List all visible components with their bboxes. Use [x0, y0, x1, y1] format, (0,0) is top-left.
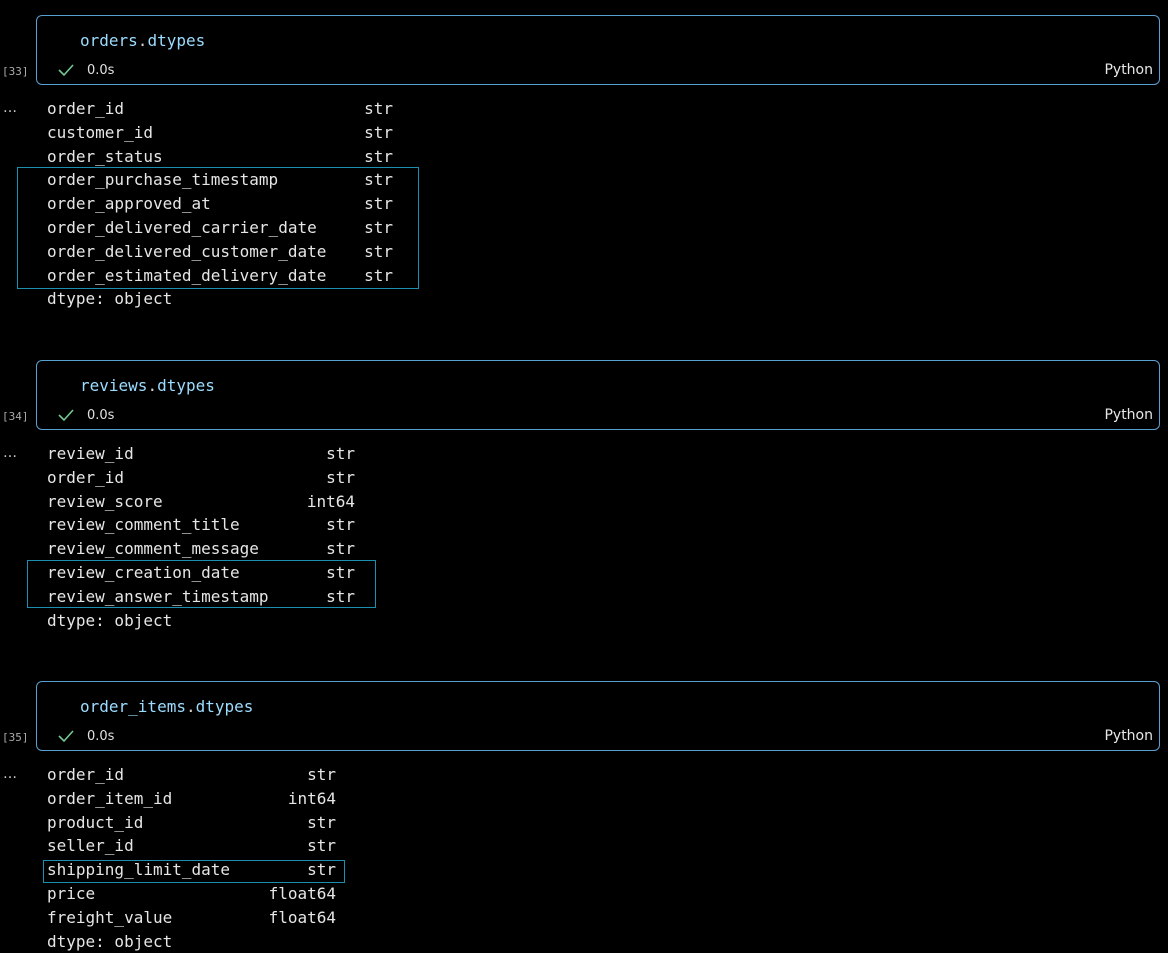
dtype-row: review_comment_message str — [47, 537, 355, 561]
dtype-row: order_estimated_delivery_date str — [47, 264, 393, 288]
dtype-row: order_id str — [47, 763, 336, 787]
column-dtype: int64 — [306, 491, 355, 511]
column-dtype: float64 — [268, 907, 336, 927]
column-dtype: str — [364, 265, 393, 285]
code-line[interactable]: order_items.dtypes — [80, 696, 253, 718]
code-attribute: dtypes — [157, 376, 215, 395]
column-dtype: str — [326, 467, 355, 487]
code-dot: . — [147, 376, 158, 395]
column-dtype: str — [326, 444, 355, 463]
dtype-row: product_id str — [47, 811, 336, 835]
dtype-row: order_id str — [47, 466, 355, 490]
column-dtype: str — [307, 765, 336, 784]
cell-output: order_id str order_item_id int64 product_id s… — [47, 763, 336, 953]
dtype-row: order_item_id int64 — [47, 787, 336, 811]
more-icon[interactable]: … — [3, 766, 17, 782]
column-dtype: str — [364, 146, 393, 166]
dtype-footer: dtype: object — [47, 931, 173, 951]
execution-count: [34] — [2, 410, 29, 423]
column-dtype: str — [307, 812, 336, 832]
code-attribute: dtypes — [147, 31, 206, 50]
column-dtype: str — [326, 586, 355, 606]
column-dtype: str — [326, 539, 355, 559]
column-dtype: str — [364, 99, 393, 118]
language-selector[interactable]: Python — [1104, 407, 1153, 423]
code-line[interactable]: orders.dtypes — [80, 30, 205, 52]
dtype-row: customer_id str — [47, 121, 393, 145]
cell-output: order_id str customer_id str order_status str… — [47, 97, 393, 311]
dtype-row: order_delivered_carrier_date str — [47, 216, 393, 240]
cell-output: review_id str order_id str review_score int64… — [47, 442, 355, 632]
dtype-row: order_status str — [47, 145, 393, 169]
code-cell-input[interactable]: order_items.dtypes 0.0s Python — [36, 681, 1160, 751]
code-variable: orders — [80, 31, 138, 50]
column-dtype: str — [307, 860, 336, 880]
code-dot: . — [137, 31, 148, 50]
dtype-footer: dtype: object — [47, 289, 173, 309]
dtype-row: review_score int64 — [47, 490, 355, 514]
code-attribute: dtypes — [195, 697, 254, 716]
language-selector[interactable]: Python — [1104, 62, 1153, 78]
execution-count: [35] — [2, 731, 29, 744]
execution-count: [33] — [2, 65, 29, 78]
column-dtype: str — [364, 217, 393, 237]
code-cell-input[interactable]: reviews.dtypes 0.0s Python — [36, 360, 1160, 430]
code-line[interactable]: reviews.dtypes — [80, 375, 215, 397]
dtype-row: review_id str — [47, 442, 355, 466]
more-icon[interactable]: … — [3, 445, 17, 461]
dtype-row: freight_value float64 — [47, 906, 336, 930]
column-dtype: str — [326, 515, 355, 535]
execution-status: 0.0s — [57, 405, 114, 425]
code-dot: . — [185, 697, 196, 716]
dtype-row: review_creation_date str — [47, 561, 355, 585]
dtype-row: price float64 — [47, 882, 336, 906]
dtype-row: review_comment_title str — [47, 513, 355, 537]
dtype-row: review_answer_timestamp str — [47, 585, 355, 609]
dtype-row: order_delivered_customer_date str — [47, 240, 393, 264]
more-icon[interactable]: … — [3, 100, 17, 116]
code-variable: order_items — [80, 697, 186, 716]
column-dtype: str — [326, 562, 355, 582]
execution-status: 0.0s — [57, 726, 114, 746]
column-dtype: float64 — [268, 883, 336, 903]
column-dtype: str — [364, 122, 393, 142]
column-dtype: str — [307, 836, 336, 856]
check-icon — [58, 730, 74, 743]
dtype-row: seller_id str — [47, 834, 336, 858]
dtype-row: shipping_limit_date str — [47, 858, 336, 882]
check-icon — [58, 64, 74, 77]
execution-time: 0.0s — [87, 62, 115, 78]
column-dtype: str — [364, 170, 393, 190]
execution-time: 0.0s — [87, 407, 115, 423]
dtype-row: order_purchase_timestamp str — [47, 168, 393, 192]
column-dtype: str — [364, 241, 393, 261]
dtype-footer: dtype: object — [47, 610, 173, 630]
code-variable: reviews — [80, 376, 148, 395]
code-cell-input[interactable]: orders.dtypes 0.0s Python — [36, 15, 1160, 85]
dtype-row: order_id str — [47, 97, 393, 121]
dtype-row: order_approved_at str — [47, 192, 393, 216]
check-icon — [58, 409, 74, 422]
execution-status: 0.0s — [57, 60, 114, 80]
column-dtype: str — [364, 194, 393, 214]
column-dtype: int64 — [287, 788, 336, 808]
language-selector[interactable]: Python — [1104, 728, 1153, 744]
execution-time: 0.0s — [87, 728, 115, 744]
